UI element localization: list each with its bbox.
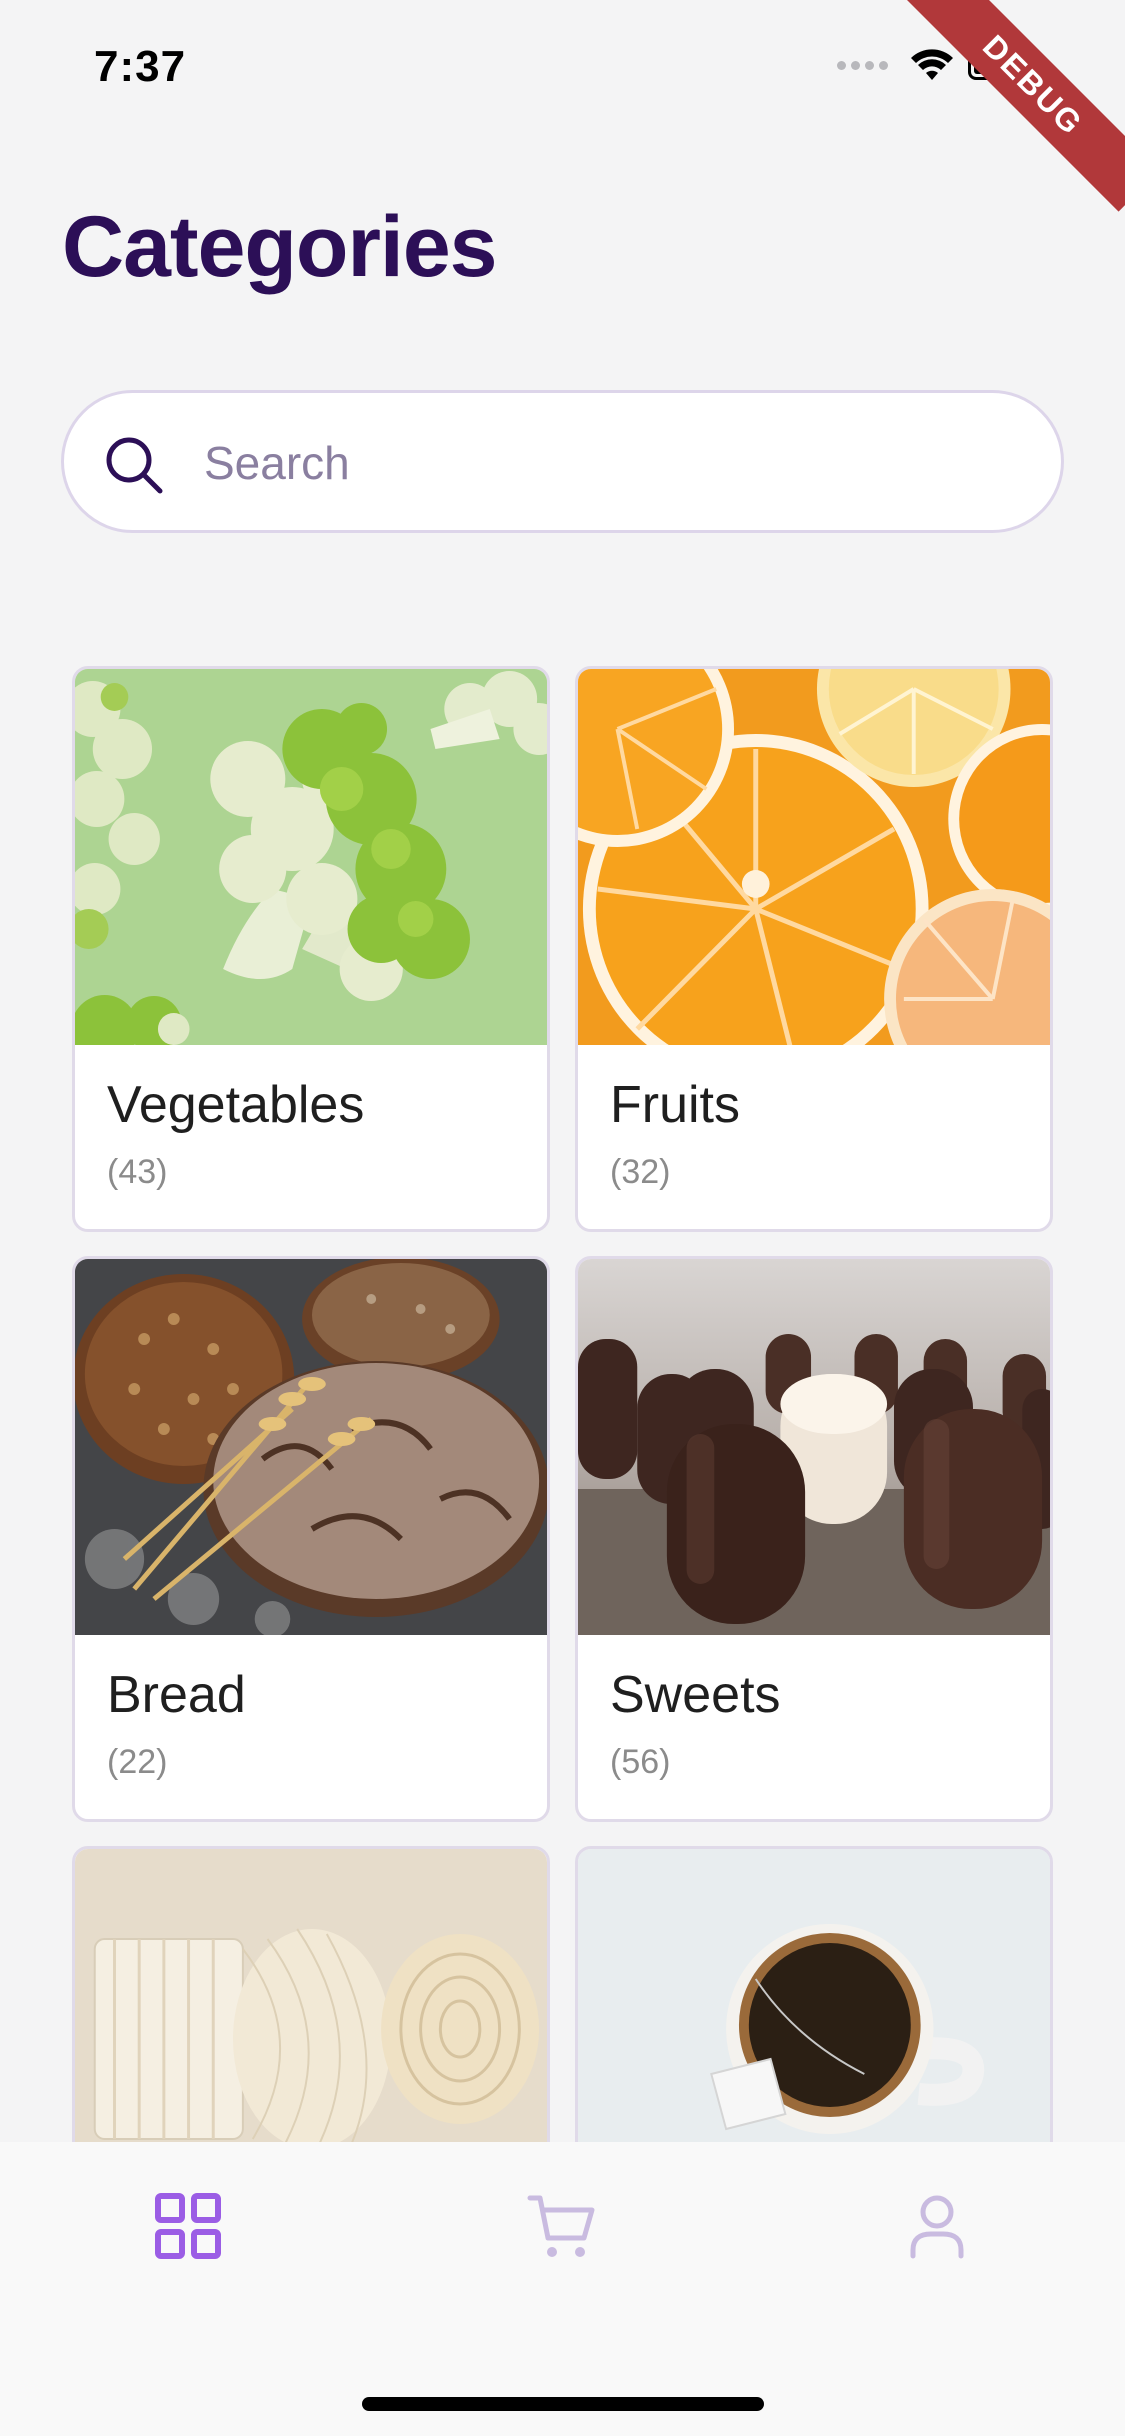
- category-card-tea[interactable]: [575, 1846, 1053, 2142]
- cart-icon: [527, 2195, 595, 2257]
- sweets-image: [578, 1259, 1050, 1635]
- grid-icon: [155, 2193, 221, 2259]
- pasta-image: [75, 1849, 547, 2142]
- search-bar[interactable]: [61, 390, 1064, 533]
- category-name: Sweets: [610, 1666, 781, 1724]
- search-icon: [106, 437, 163, 494]
- nav-cart[interactable]: [522, 2186, 602, 2266]
- category-card-pasta[interactable]: [72, 1846, 550, 2142]
- wifi-icon: [911, 49, 953, 80]
- category-grid[interactable]: Vegetables (43) Fruits (32) Bread (22) S…: [72, 666, 1054, 2142]
- category-name: Vegetables: [107, 1076, 365, 1134]
- fruits-image: [578, 669, 1050, 1045]
- page-title: Categories: [62, 199, 497, 295]
- category-card-vegetables[interactable]: Vegetables (43): [72, 666, 550, 1232]
- category-card-bread[interactable]: Bread (22): [72, 1256, 550, 1822]
- nav-categories[interactable]: [148, 2186, 228, 2266]
- home-indicator: [362, 2397, 764, 2411]
- cellular-signal-icon: [837, 60, 888, 70]
- nav-profile[interactable]: [897, 2186, 977, 2266]
- search-input[interactable]: [204, 423, 1004, 503]
- tea-image: [578, 1849, 1050, 2142]
- category-count: (32): [610, 1153, 671, 1191]
- category-count: (43): [107, 1153, 168, 1191]
- category-name: Fruits: [610, 1076, 740, 1134]
- bottom-navigation: [0, 2142, 1125, 2436]
- bread-image: [75, 1259, 547, 1635]
- category-count: (56): [610, 1743, 671, 1781]
- user-icon: [910, 2195, 964, 2259]
- category-card-sweets[interactable]: Sweets (56): [575, 1256, 1053, 1822]
- category-name: Bread: [107, 1666, 246, 1724]
- vegetables-image: [75, 669, 547, 1045]
- category-count: (22): [107, 1743, 168, 1781]
- category-card-fruits[interactable]: Fruits (32): [575, 666, 1053, 1232]
- status-time: 7:37: [94, 42, 187, 91]
